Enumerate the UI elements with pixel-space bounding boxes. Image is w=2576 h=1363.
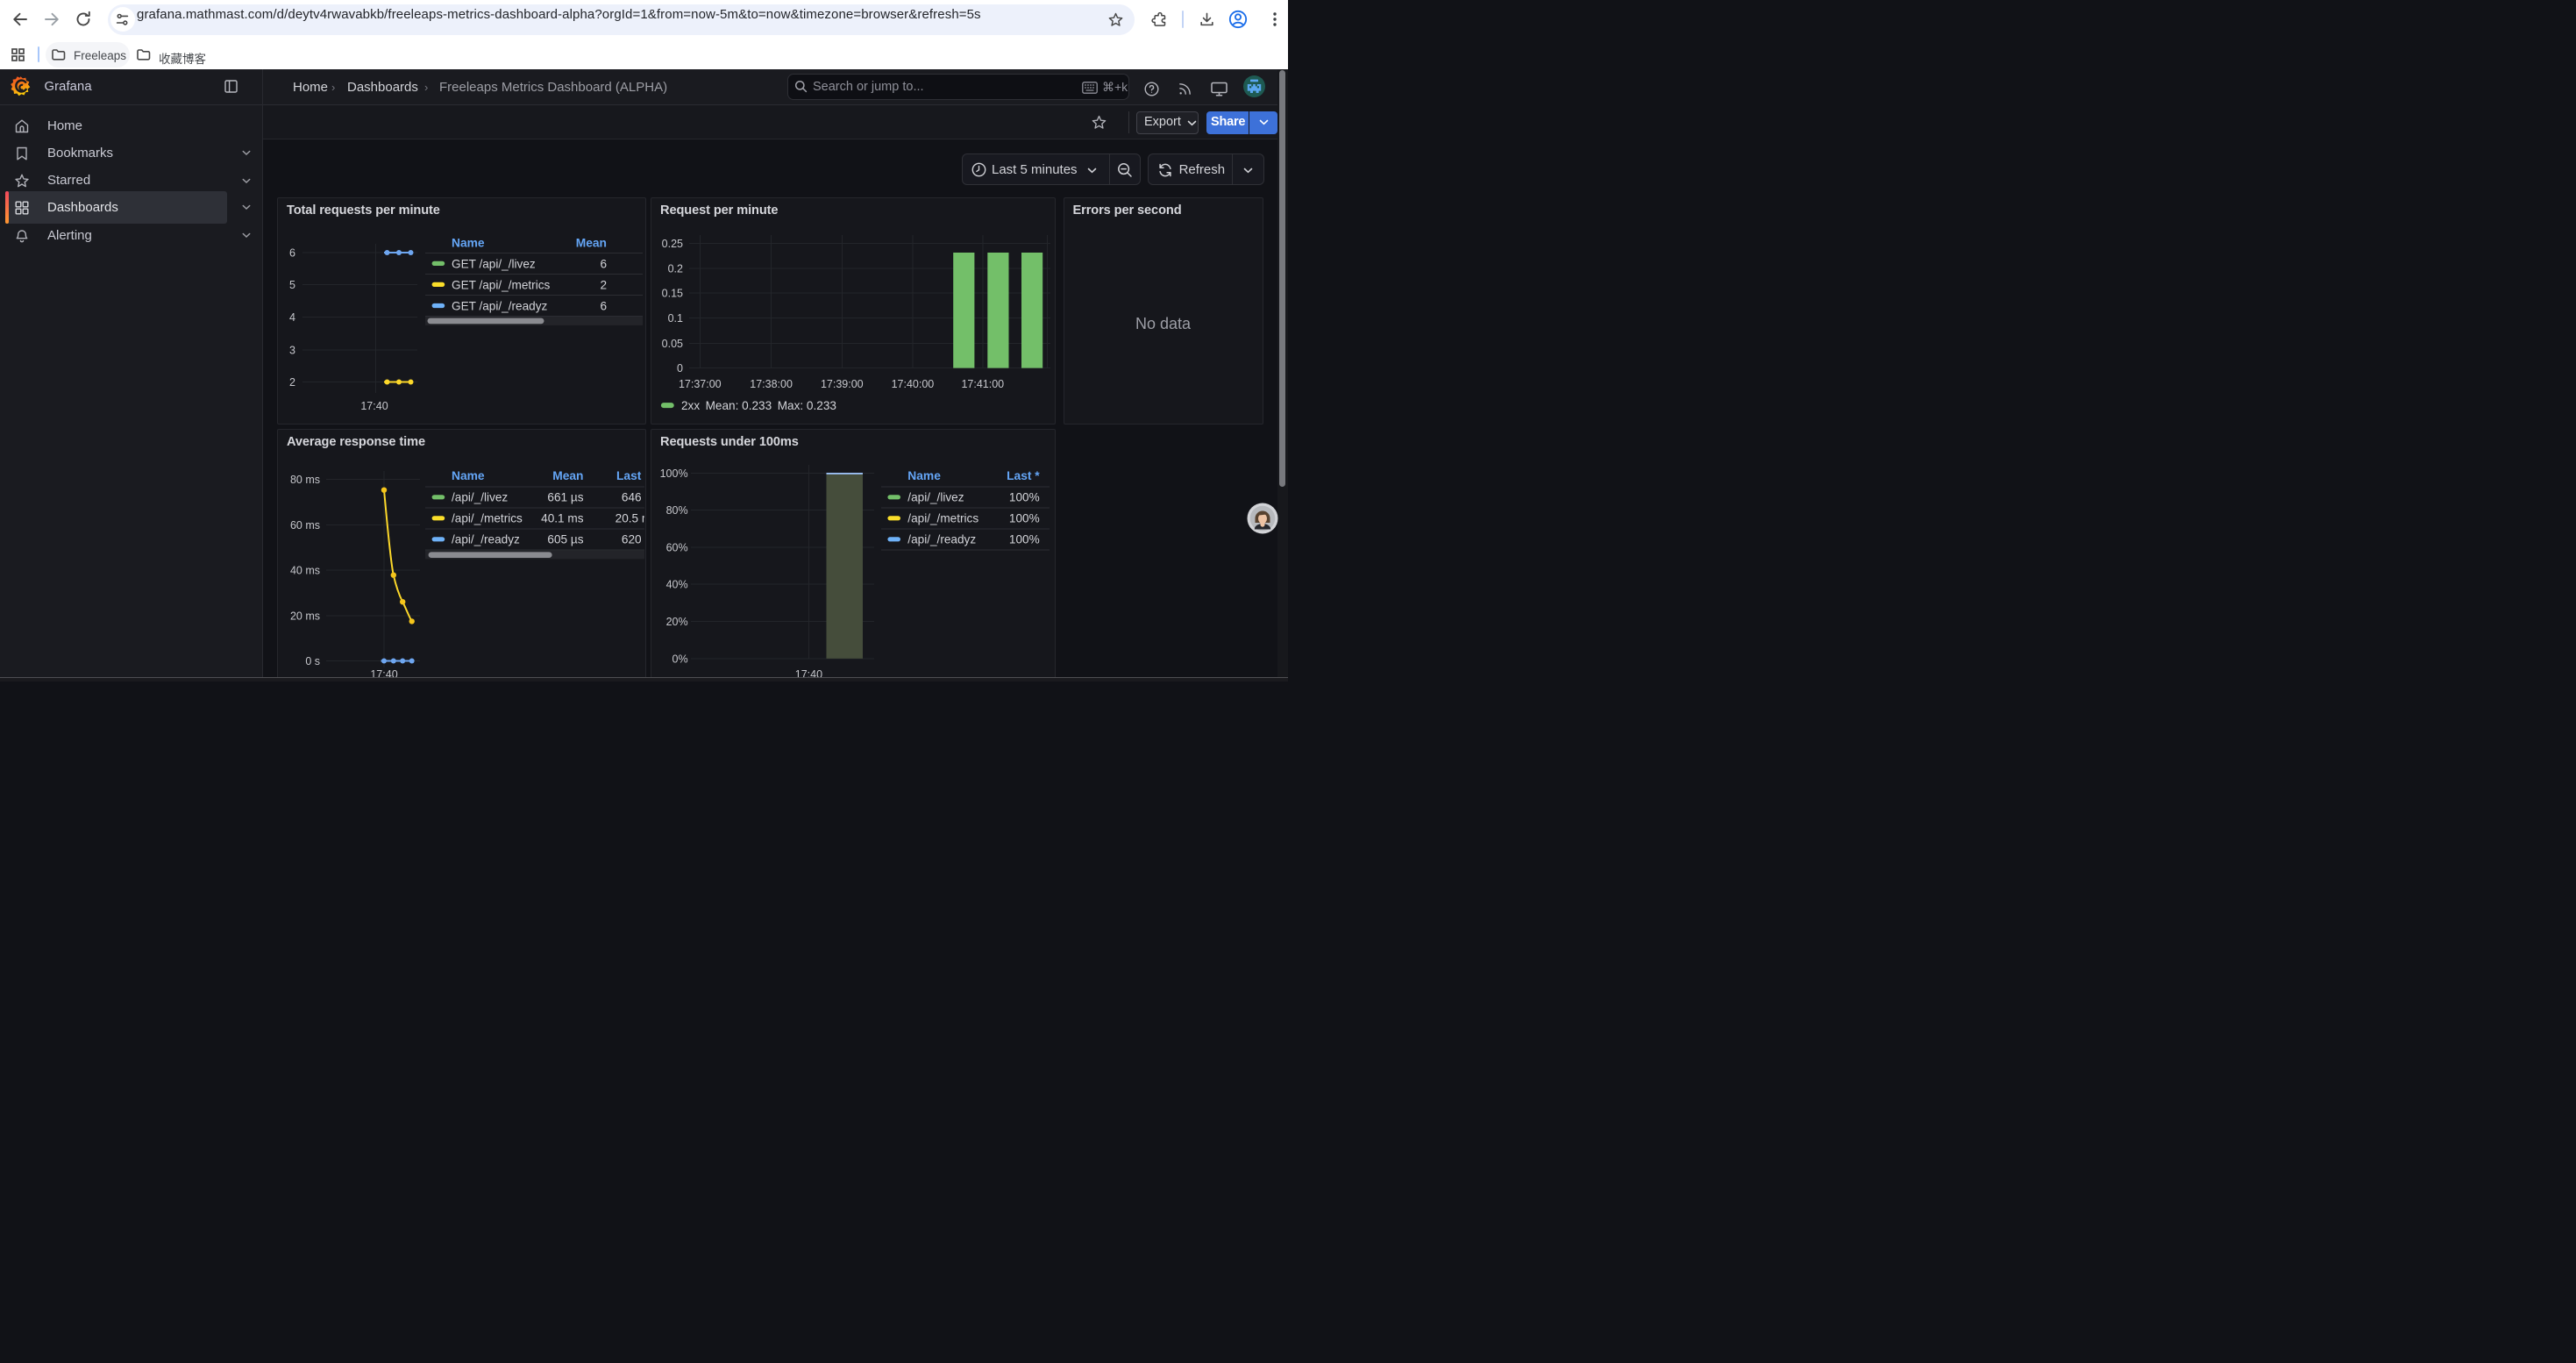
svg-text:0 s: 0 s xyxy=(305,655,320,667)
svg-text:20.5 ms: 20.5 ms xyxy=(616,511,644,525)
svg-text:17:40: 17:40 xyxy=(360,400,388,412)
svg-text:/api/_/readyz: /api/_/readyz xyxy=(907,532,976,546)
svg-text:60 ms: 60 ms xyxy=(290,519,320,532)
svg-text:40.1 ms: 40.1 ms xyxy=(541,511,584,525)
svg-text:40%: 40% xyxy=(666,578,688,590)
svg-text:0.2: 0.2 xyxy=(668,262,683,275)
svg-text:0.25: 0.25 xyxy=(662,238,683,250)
svg-text:GET /api/_/readyz: GET /api/_/readyz xyxy=(452,300,548,313)
svg-text:GET /api/_/livez: GET /api/_/livez xyxy=(452,257,536,270)
svg-text:17:40:00: 17:40:00 xyxy=(892,378,935,390)
svg-text:620 µs: 620 µs xyxy=(622,532,644,546)
svg-text:0.1: 0.1 xyxy=(668,312,683,325)
svg-text:2: 2 xyxy=(289,376,295,389)
svg-text:Name: Name xyxy=(452,237,485,250)
svg-text:17:39:00: 17:39:00 xyxy=(821,378,864,390)
svg-text:/api/_/livez: /api/_/livez xyxy=(907,490,964,503)
svg-text:Last *: Last * xyxy=(1007,469,1040,482)
svg-text:0%: 0% xyxy=(672,653,688,665)
svg-text:2: 2 xyxy=(600,278,607,291)
svg-text:6: 6 xyxy=(289,247,295,260)
svg-text:80 ms: 80 ms xyxy=(290,474,320,486)
svg-text:Name: Name xyxy=(452,469,485,482)
svg-text:6: 6 xyxy=(600,300,607,313)
svg-text:3: 3 xyxy=(289,344,295,356)
svg-text:/api/_/metrics: /api/_/metrics xyxy=(907,511,978,525)
svg-text:6: 6 xyxy=(600,257,607,270)
svg-text:/api/_/readyz: /api/_/readyz xyxy=(452,532,520,546)
svg-text:Name: Name xyxy=(907,469,941,482)
svg-text:4: 4 xyxy=(289,311,295,324)
svg-text:17:37:00: 17:37:00 xyxy=(679,378,722,390)
svg-text:100%: 100% xyxy=(1009,490,1040,503)
svg-text:100%: 100% xyxy=(1009,511,1040,525)
svg-text:605 µs: 605 µs xyxy=(547,532,583,546)
svg-text:40 ms: 40 ms xyxy=(290,564,320,576)
svg-text:Max: 0.233: Max: 0.233 xyxy=(778,399,836,412)
svg-text:646 µs: 646 µs xyxy=(622,490,644,503)
svg-text:0.05: 0.05 xyxy=(662,338,683,350)
svg-text:20%: 20% xyxy=(666,616,688,628)
svg-text:Mean: 0.233: Mean: 0.233 xyxy=(706,399,772,412)
svg-text:80%: 80% xyxy=(666,504,688,517)
svg-text:2xx: 2xx xyxy=(681,399,700,412)
svg-text:Mean: Mean xyxy=(576,237,607,250)
svg-text:100%: 100% xyxy=(1009,532,1040,546)
svg-text:Last *: Last * xyxy=(616,469,644,482)
svg-text:0.15: 0.15 xyxy=(662,288,683,300)
svg-text:Mean: Mean xyxy=(552,469,583,482)
svg-text:0: 0 xyxy=(677,362,683,375)
svg-text:100%: 100% xyxy=(660,467,688,479)
svg-text:60%: 60% xyxy=(666,541,688,553)
svg-text:661 µs: 661 µs xyxy=(547,490,583,503)
svg-text:/api/_/metrics: /api/_/metrics xyxy=(452,511,523,525)
svg-text:GET /api/_/metrics: GET /api/_/metrics xyxy=(452,278,551,291)
svg-text:20 ms: 20 ms xyxy=(290,610,320,622)
svg-text:17:38:00: 17:38:00 xyxy=(750,378,793,390)
svg-text:5: 5 xyxy=(289,279,295,291)
svg-text:17:41:00: 17:41:00 xyxy=(961,378,1004,390)
svg-text:/api/_/livez: /api/_/livez xyxy=(452,490,508,503)
